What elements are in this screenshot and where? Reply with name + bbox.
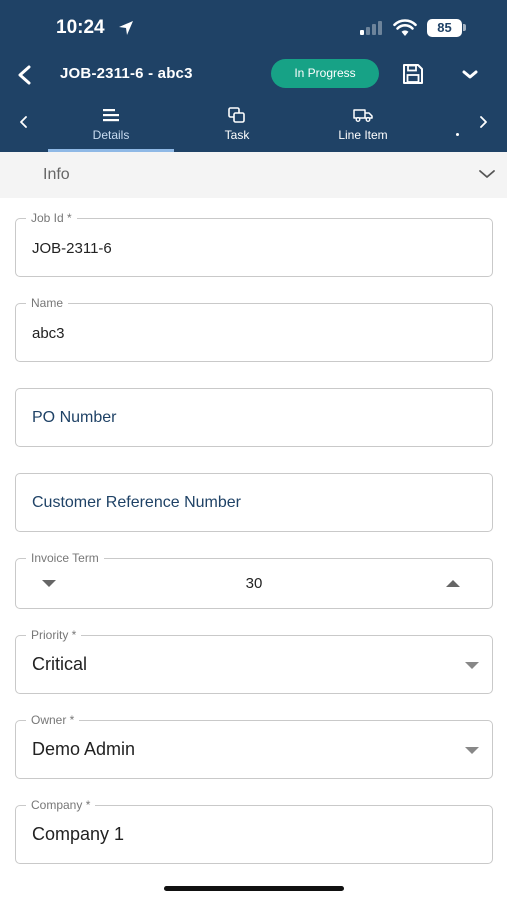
app-header: 10:24 85 JOB-2311-6 - abc3 In Progress D… xyxy=(0,0,507,152)
home-indicator xyxy=(164,886,344,891)
job-title: JOB-2311-6 - abc3 xyxy=(60,65,193,82)
owner-label: Owner * xyxy=(26,713,80,727)
chevron-right-icon xyxy=(480,116,487,128)
tabs-scroll-right-button[interactable] xyxy=(473,112,493,132)
company-value: Company 1 xyxy=(32,824,125,844)
location-arrow-icon xyxy=(119,21,133,35)
priority-label: Priority * xyxy=(26,628,82,642)
chevron-down-icon xyxy=(479,170,495,178)
job-id-label: Job Id * xyxy=(26,211,77,225)
wifi-icon xyxy=(393,19,417,36)
caret-down-icon xyxy=(465,747,479,754)
truck-icon xyxy=(353,109,373,122)
increment-caret-icon[interactable] xyxy=(446,580,460,587)
name-field[interactable]: Name abc3 xyxy=(15,296,493,362)
tab-bar: Details Task Line Item xyxy=(0,100,507,152)
invoice-term-value: 30 xyxy=(245,575,263,592)
owner-value: Demo Admin xyxy=(32,739,136,759)
job-id-field[interactable]: Job Id * JOB-2311-6 xyxy=(15,211,493,277)
tabs-scroll-left-button[interactable] xyxy=(14,112,34,132)
priority-select[interactable]: Priority * Critical xyxy=(15,628,493,694)
chevron-left-icon xyxy=(20,116,27,128)
tab-label: Task xyxy=(224,128,250,142)
owner-select[interactable]: Owner * Demo Admin xyxy=(15,713,493,779)
tab-task[interactable]: Task xyxy=(192,100,282,152)
battery-nub xyxy=(463,24,466,31)
name-label: Name xyxy=(26,296,69,310)
title-row: JOB-2311-6 - abc3 In Progress xyxy=(0,56,507,96)
status-bar: 10:24 85 xyxy=(0,0,507,56)
more-button[interactable] xyxy=(459,64,483,88)
po-number-field[interactable]: PO Number xyxy=(15,388,493,447)
copy-icon xyxy=(228,107,245,123)
customer-reference-placeholder: Customer Reference Number xyxy=(32,494,241,511)
company-label: Company * xyxy=(26,798,96,812)
tab-details[interactable]: Details xyxy=(48,100,174,152)
status-badge[interactable]: In Progress xyxy=(271,59,379,88)
section-title: Info xyxy=(43,166,70,183)
battery-icon: 85 xyxy=(427,19,462,37)
chevron-down-icon xyxy=(462,70,478,79)
tab-label: Line Item xyxy=(338,128,388,142)
priority-value: Critical xyxy=(32,654,88,674)
tab-label: Details xyxy=(92,128,130,142)
name-value: abc3 xyxy=(32,325,65,342)
lines-icon xyxy=(103,109,119,122)
po-number-placeholder: PO Number xyxy=(32,409,117,426)
caret-down-icon xyxy=(465,662,479,669)
status-time: 10:24 xyxy=(56,17,105,38)
job-id-value: JOB-2311-6 xyxy=(32,240,112,257)
invoice-term-stepper[interactable]: Invoice Term 30 xyxy=(15,551,493,609)
floppy-disk-icon xyxy=(403,64,423,84)
save-button[interactable] xyxy=(401,62,427,88)
more-tabs-indicator xyxy=(456,133,459,136)
tab-line-item[interactable]: Line Item xyxy=(318,100,408,152)
customer-reference-field[interactable]: Customer Reference Number xyxy=(15,473,493,532)
company-select[interactable]: Company * Company 1 xyxy=(15,798,493,864)
cellular-signal-icon xyxy=(360,21,382,35)
back-button[interactable] xyxy=(12,62,38,88)
info-section-header[interactable]: Info xyxy=(0,152,507,198)
invoice-term-label: Invoice Term xyxy=(26,551,104,565)
chevron-left-icon xyxy=(18,65,31,85)
